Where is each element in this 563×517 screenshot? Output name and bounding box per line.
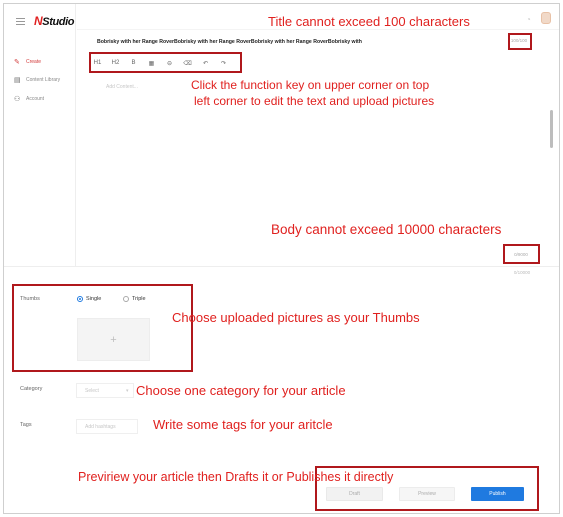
avatar[interactable] [541,12,551,24]
tags-input[interactable] [76,419,138,434]
sidebar-item-content-library[interactable]: ▤ Content Library [14,73,60,87]
sidebar-item-create[interactable]: ✎ Create [14,55,41,69]
function-keys-note-line1: Click the function key on upper corner o… [191,78,430,92]
bell-icon[interactable]: ◔ [526,15,531,24]
sidebar-item-label: Account [26,96,45,102]
library-icon: ▤ [14,77,21,84]
tags-label: Tags [20,422,32,428]
body-count-highlight [503,244,540,264]
title-count-highlight [508,33,532,50]
account-icon: ⚇ [14,96,21,103]
section-divider [4,266,559,267]
body-content-input[interactable] [106,84,186,90]
sidebar-item-label: Create [26,59,42,65]
category-label: Category [20,386,43,392]
logo-text: Studio [42,16,75,28]
function-keys-note-line2: left corner to edit the text and upload … [194,94,435,108]
body-limit-note: Body cannot exceed 10000 characters [271,222,502,237]
tags-note: Write some tags for your aritcle [153,417,333,432]
thumbs-highlight [12,284,193,372]
sidebar: NStudio ✎ Create ▤ Content Library ⚇ Acc… [4,4,76,266]
sidebar-item-account[interactable]: ⚇ Account [14,92,44,106]
thumbs-note: Choose uploaded pictures as your Thumbs [172,310,420,325]
article-title[interactable]: Bobrisky with her Range RoverBobrisky wi… [97,39,362,45]
category-note: Choose one category for your article [136,383,346,398]
title-limit-note: Title cannot exceed 100 characters [268,14,470,29]
editor-scrollbar[interactable] [550,110,553,148]
menu-icon[interactable] [16,18,25,25]
app-window: NStudio ✎ Create ▤ Content Library ⚇ Acc… [0,0,563,517]
toolbar-highlight [89,52,242,73]
sidebar-item-label: Content Library [26,77,61,83]
app-logo[interactable]: NStudio [34,14,75,28]
pencil-icon: ✎ [14,59,20,66]
publish-note: Previriew your article then Drafts it or… [78,470,394,484]
body-char-limit: 0/10000 [513,270,531,275]
chevron-down-icon: ▾ [126,388,129,394]
